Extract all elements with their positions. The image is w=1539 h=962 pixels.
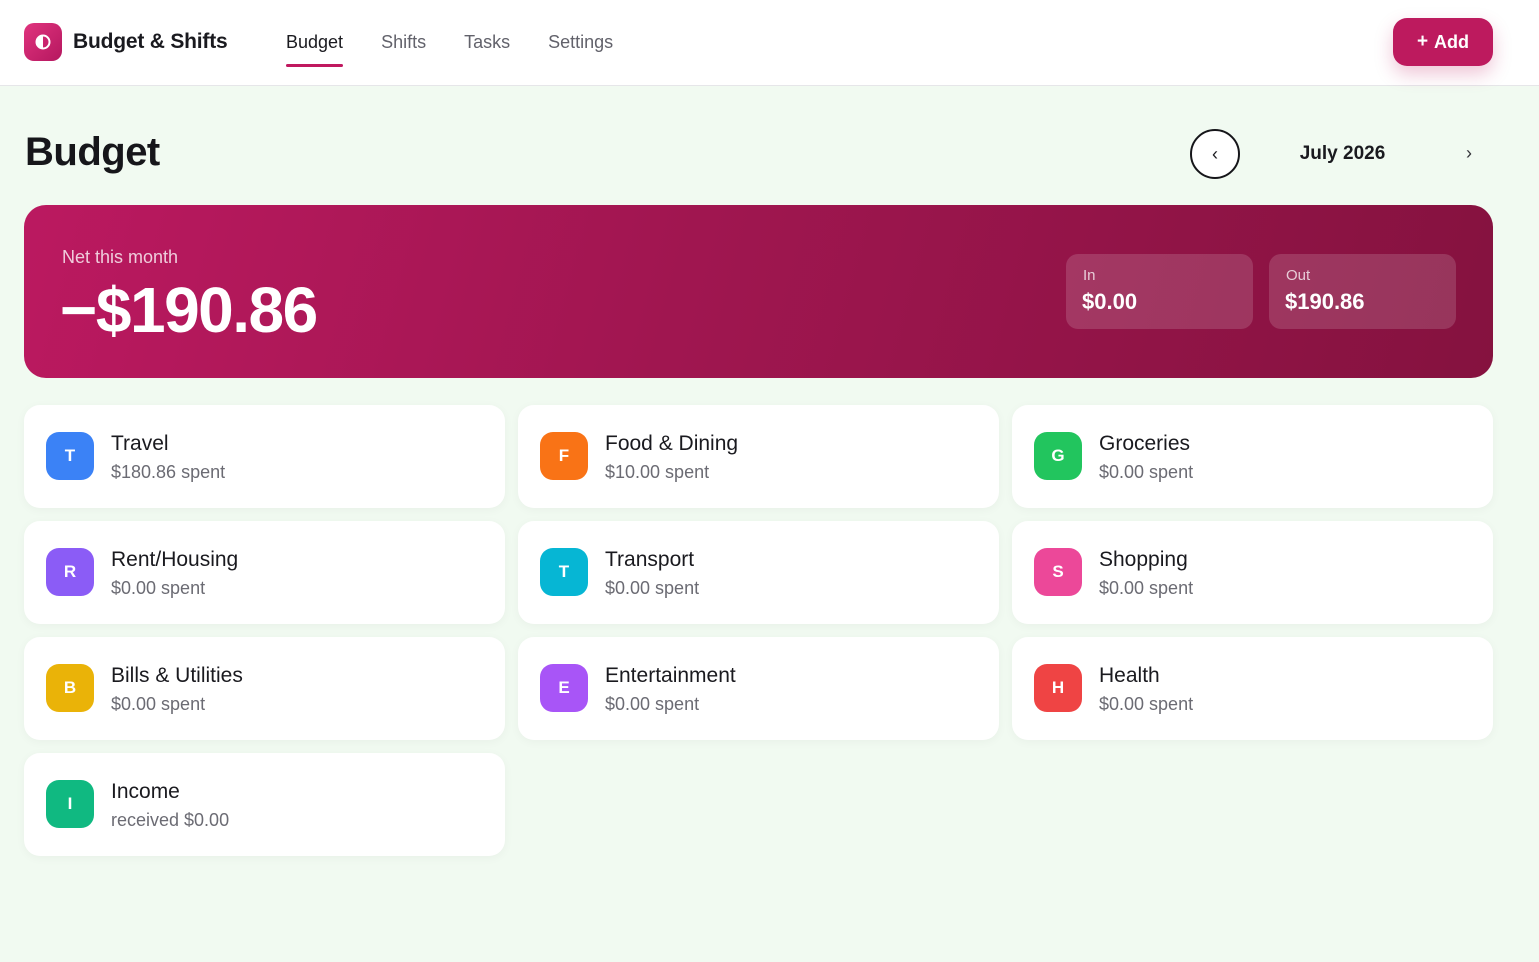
category-initial-icon: T: [46, 432, 94, 480]
category-initial-icon: R: [46, 548, 94, 596]
category-amount: received $0.00: [111, 810, 230, 830]
category-name: Shopping: [1099, 548, 1188, 571]
add-button[interactable]: + Add: [1393, 18, 1493, 66]
app-name: Budget & Shifts: [73, 30, 228, 53]
category-name: Health: [1099, 664, 1160, 687]
category-initial-icon: B: [46, 664, 94, 712]
category-amount: $0.00 spent: [605, 578, 700, 598]
half-circle-icon: [24, 23, 62, 61]
category-amount: $0.00 spent: [111, 694, 206, 714]
add-button-label: Add: [1434, 31, 1470, 52]
category-initial-icon: T: [540, 548, 588, 596]
category-card-travel[interactable]: T Travel $180.86 spent: [24, 405, 505, 508]
category-initial-icon: F: [540, 432, 588, 480]
main-nav: Budget Shifts Tasks Settings: [286, 0, 651, 86]
income-label: In: [1083, 267, 1096, 284]
category-card-food-dining[interactable]: F Food & Dining $10.00 spent: [518, 405, 999, 508]
next-month-button[interactable]: ›: [1458, 143, 1480, 167]
category-name: Transport: [605, 548, 695, 571]
category-amount: $10.00 spent: [605, 462, 710, 482]
category-amount: $0.00 spent: [1099, 578, 1194, 598]
category-name: Travel: [111, 432, 169, 455]
category-name: Bills & Utilities: [111, 664, 243, 687]
category-amount: $0.00 spent: [111, 578, 206, 598]
category-card-transport[interactable]: T Transport $0.00 spent: [518, 521, 999, 624]
current-month: July 2026: [1299, 143, 1386, 164]
category-card-health[interactable]: H Health $0.00 spent: [1012, 637, 1493, 740]
category-amount: $0.00 spent: [605, 694, 700, 714]
tab-budget[interactable]: Budget: [286, 0, 344, 86]
category-amount: $180.86 spent: [111, 462, 226, 482]
income-value: $0.00: [1082, 289, 1138, 314]
category-card-bills-utilities[interactable]: B Bills & Utilities $0.00 spent: [24, 637, 505, 740]
category-name: Groceries: [1099, 432, 1191, 455]
tab-settings[interactable]: Settings: [548, 0, 613, 86]
expense-label: Out: [1286, 267, 1311, 284]
expense-value: $190.86: [1285, 289, 1365, 314]
page-title: Budget: [25, 130, 160, 174]
category-name: Food & Dining: [605, 432, 739, 455]
tab-tasks[interactable]: Tasks: [464, 0, 510, 86]
tab-shifts[interactable]: Shifts: [381, 0, 426, 86]
category-card-income[interactable]: I Income received $0.00: [24, 753, 505, 856]
chevron-left-icon: ‹: [1212, 143, 1218, 164]
monthly-summary-banner: Net this month −$190.86 In $0.00 Out $19…: [24, 205, 1493, 378]
previous-month-button[interactable]: ‹: [1190, 129, 1240, 179]
plus-icon: +: [1416, 31, 1429, 52]
category-initial-icon: I: [46, 780, 94, 828]
category-card-groceries[interactable]: G Groceries $0.00 spent: [1012, 405, 1493, 508]
net-value: −$190.86: [60, 274, 318, 346]
category-initial-icon: S: [1034, 548, 1082, 596]
brand[interactable]: Budget & Shifts: [24, 23, 228, 61]
net-label: Net this month: [62, 247, 179, 267]
category-name: Rent/Housing: [111, 548, 239, 571]
category-card-entertainment[interactable]: E Entertainment $0.00 spent: [518, 637, 999, 740]
chevron-right-icon: ›: [1466, 143, 1472, 163]
category-name: Entertainment: [605, 664, 736, 687]
income-stat: In $0.00: [1066, 254, 1253, 329]
category-card-rent-housing[interactable]: R Rent/Housing $0.00 spent: [24, 521, 505, 624]
category-amount: $0.00 spent: [1099, 694, 1194, 714]
category-name: Income: [111, 780, 180, 803]
category-card-shopping[interactable]: S Shopping $0.00 spent: [1012, 521, 1493, 624]
category-amount: $0.00 spent: [1099, 462, 1194, 482]
expense-stat: Out $190.86: [1269, 254, 1456, 329]
category-initial-icon: E: [540, 664, 588, 712]
category-initial-icon: G: [1034, 432, 1082, 480]
category-initial-icon: H: [1034, 664, 1082, 712]
top-bar: Budget & Shifts Budget Shifts Tasks Sett…: [0, 0, 1539, 86]
